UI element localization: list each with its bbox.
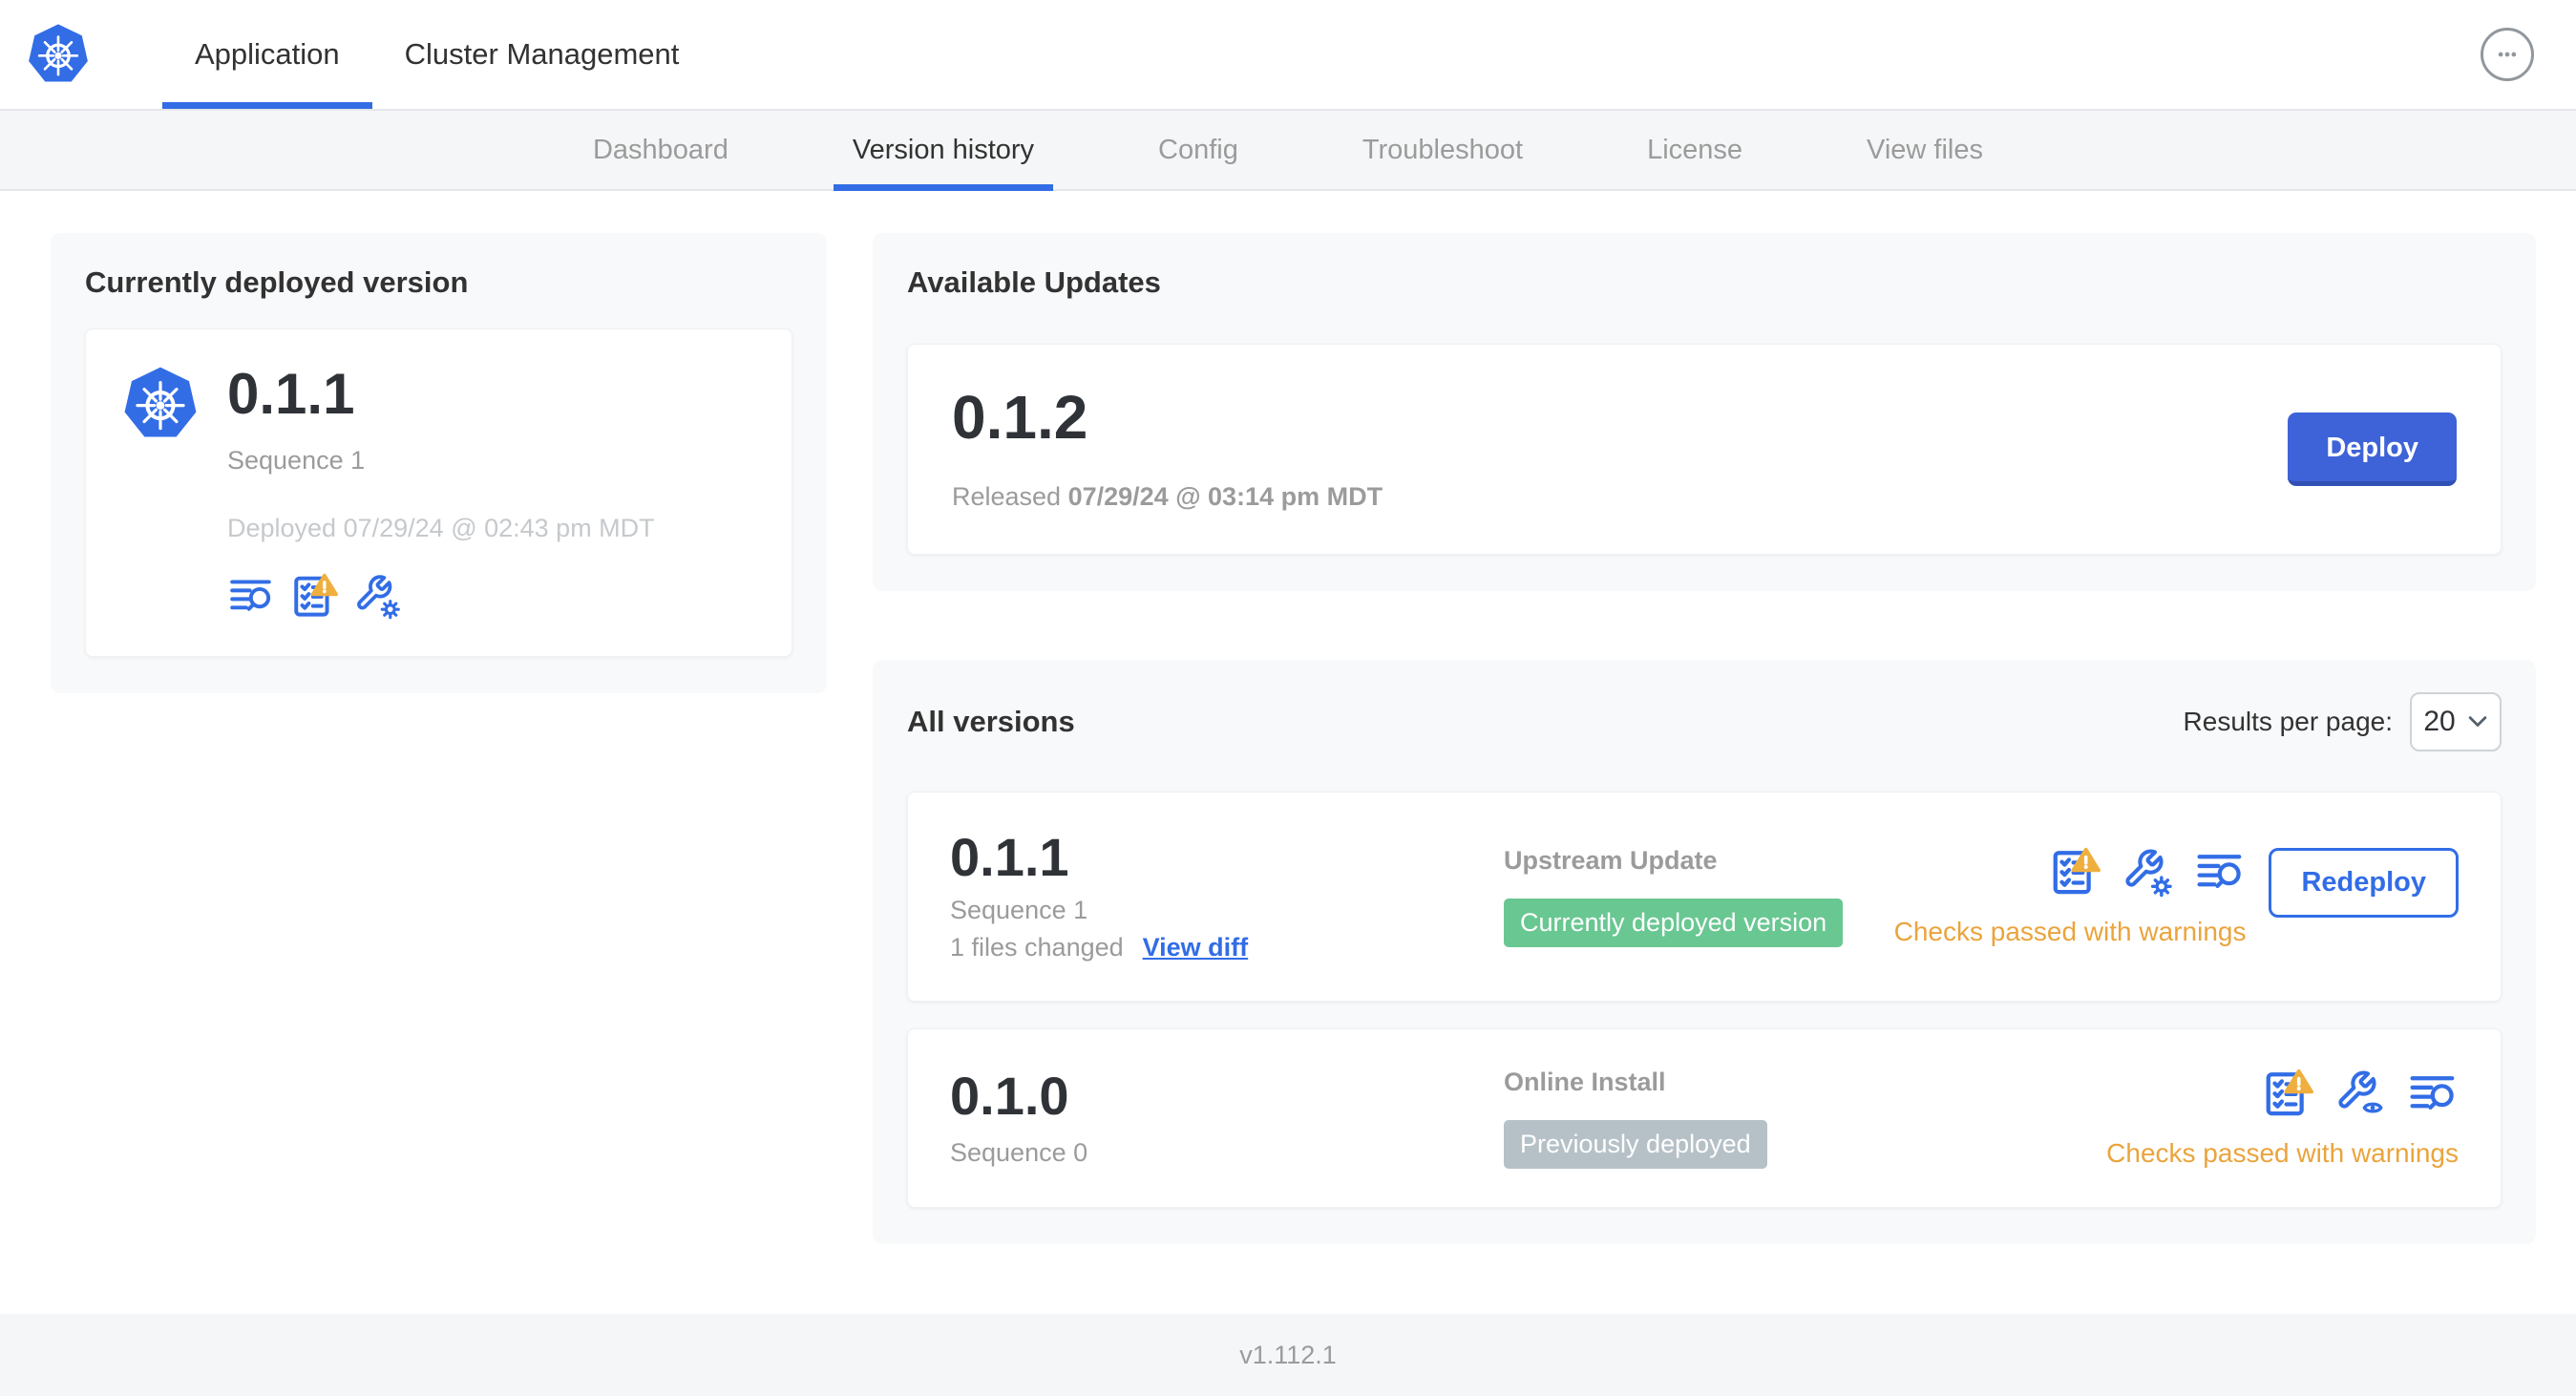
edit-config-icon[interactable] [2122, 846, 2173, 898]
view-config-icon[interactable] [2334, 1068, 2386, 1119]
header-tabs: Application Cluster Management [162, 0, 711, 109]
version-info: 0.1.1 Sequence 1 1 files changed View di… [950, 831, 1504, 962]
all-versions-header: All versions Results per page: 20 [907, 692, 2502, 751]
update-info: 0.1.2 Released 07/29/24 @ 03:14 pm MDT [952, 387, 1383, 512]
tab-application[interactable]: Application [162, 0, 372, 109]
available-updates-card: Available Updates 0.1.2 Released 07/29/2… [873, 233, 2536, 591]
deployed-timestamp: Deployed 07/29/24 @ 02:43 pm MDT [227, 514, 655, 543]
results-per-page-select[interactable]: 20 [2410, 692, 2502, 751]
tab-config-label: Config [1158, 134, 1238, 165]
version-source: Upstream Update [1504, 846, 1718, 875]
tab-license-label: License [1647, 134, 1743, 165]
version-action-icons [2262, 1068, 2459, 1119]
deployed-version-number: 0.1.1 [227, 362, 355, 426]
tab-cluster-management-label: Cluster Management [404, 37, 680, 71]
app-subnav: Dashboard Version history Config Trouble… [0, 109, 2576, 191]
edit-config-icon[interactable] [353, 572, 401, 620]
all-versions-card: All versions Results per page: 20 0.1.1 … [873, 660, 2536, 1244]
version-info: 0.1.0 Sequence 0 [950, 1065, 1504, 1168]
tab-view-files[interactable]: View files [1863, 111, 1987, 189]
tab-version-history-label: Version history [852, 134, 1035, 165]
version-source: Online Install [1504, 1068, 1666, 1096]
main-content: Currently deployed version 0.1.1 Sequenc… [0, 191, 2576, 1314]
tab-cluster-management[interactable]: Cluster Management [372, 0, 712, 109]
deployed-version-card: 0.1.1 Sequence 1 Deployed 07/29/24 @ 02:… [85, 328, 792, 657]
version-sequence: Sequence 1 [950, 896, 1088, 924]
version-sequence: Sequence 0 [950, 1137, 1088, 1167]
version-row-0-1-1: 0.1.1 Sequence 1 1 files changed View di… [907, 792, 2502, 1002]
status-badge: Previously deployed [1504, 1120, 1767, 1169]
deployed-version-info: 0.1.1 Sequence 1 Deployed 07/29/24 @ 02:… [227, 366, 655, 620]
version-number: 0.1.0 [950, 1065, 1069, 1126]
tab-troubleshoot-label: Troubleshoot [1362, 134, 1524, 165]
tab-config[interactable]: Config [1154, 111, 1242, 189]
tab-dashboard[interactable]: Dashboard [589, 111, 732, 189]
view-diff-icon[interactable] [227, 572, 275, 620]
redeploy-button[interactable]: Redeploy [2269, 848, 2459, 918]
results-per-page: Results per page: 20 [2184, 692, 2502, 751]
deploy-button[interactable]: Deploy [2288, 412, 2457, 486]
results-per-page-value: 20 [2423, 706, 2456, 737]
tab-application-label: Application [195, 37, 340, 71]
tab-dashboard-label: Dashboard [592, 134, 728, 165]
files-changed: 1 files changed [950, 933, 1124, 962]
tab-troubleshoot[interactable]: Troubleshoot [1359, 111, 1527, 189]
top-nav-bar: Application Cluster Management [0, 0, 2576, 109]
footer: v1.112.1 [0, 1314, 2576, 1396]
version-row-0-1-0: 0.1.0 Sequence 0 Online Install Previous… [907, 1028, 2502, 1208]
right-column: Available Updates 0.1.2 Released 07/29/2… [873, 233, 2536, 1244]
preflight-checks-warning-icon[interactable] [290, 572, 339, 620]
tab-version-history[interactable]: Version history [833, 111, 1054, 191]
deployed-sequence: Sequence 1 [227, 446, 366, 475]
version-actions: Checks passed with warnings [2106, 1068, 2459, 1169]
view-diff-icon[interactable] [2194, 846, 2246, 898]
version-actions: Checks passed with warnings Redeploy [1894, 846, 2459, 947]
all-versions-title: All versions [907, 705, 1075, 738]
checks-status-text: Checks passed with warnings [1893, 917, 2247, 946]
kubernetes-logo-icon [27, 23, 90, 84]
version-source-col: Online Install Previously deployed [1504, 1068, 2106, 1169]
checks-status-text: Checks passed with warnings [2106, 1138, 2459, 1168]
released-time: 07/29/24 @ 03:14 pm MDT [1067, 482, 1383, 511]
available-updates-title: Available Updates [907, 265, 1161, 299]
ellipsis-icon [2498, 52, 2517, 57]
app-kubernetes-icon [122, 366, 199, 439]
version-source-col: Upstream Update Currently deployed versi… [1504, 846, 1894, 947]
currently-deployed-card: Currently deployed version 0.1.1 Sequenc… [51, 233, 827, 693]
deployed-prefix: Deployed [227, 514, 337, 542]
version-action-icons [2049, 846, 2246, 898]
icons-and-status: Checks passed with warnings [1893, 846, 2247, 947]
view-diff-link[interactable]: View diff [1143, 933, 1249, 962]
tab-license[interactable]: License [1643, 111, 1746, 189]
view-diff-icon[interactable] [2407, 1068, 2459, 1119]
deployed-actions [227, 572, 655, 620]
released-prefix: Released [952, 482, 1062, 511]
results-per-page-label: Results per page: [2183, 707, 2393, 736]
version-number: 0.1.1 [950, 827, 1069, 887]
currently-deployed-title: Currently deployed version [85, 265, 469, 299]
update-version-number: 0.1.2 [952, 383, 1088, 452]
preflight-checks-warning-icon[interactable] [2049, 846, 2101, 898]
chevron-down-icon [2468, 716, 2486, 727]
files-changed-line: 1 files changed View diff [950, 933, 1504, 962]
update-row: 0.1.2 Released 07/29/24 @ 03:14 pm MDT D… [907, 344, 2502, 555]
status-badge: Currently deployed version [1504, 899, 1844, 947]
icons-and-status: Checks passed with warnings [2106, 1068, 2459, 1169]
preflight-checks-warning-icon[interactable] [2262, 1068, 2313, 1119]
tab-view-files-label: View files [1867, 134, 1984, 165]
deployed-time: 07/29/24 @ 02:43 pm MDT [343, 514, 655, 542]
console-version: v1.112.1 [1239, 1340, 1337, 1369]
overflow-menu-button[interactable] [2481, 28, 2534, 81]
update-released-line: Released 07/29/24 @ 03:14 pm MDT [952, 482, 1383, 512]
